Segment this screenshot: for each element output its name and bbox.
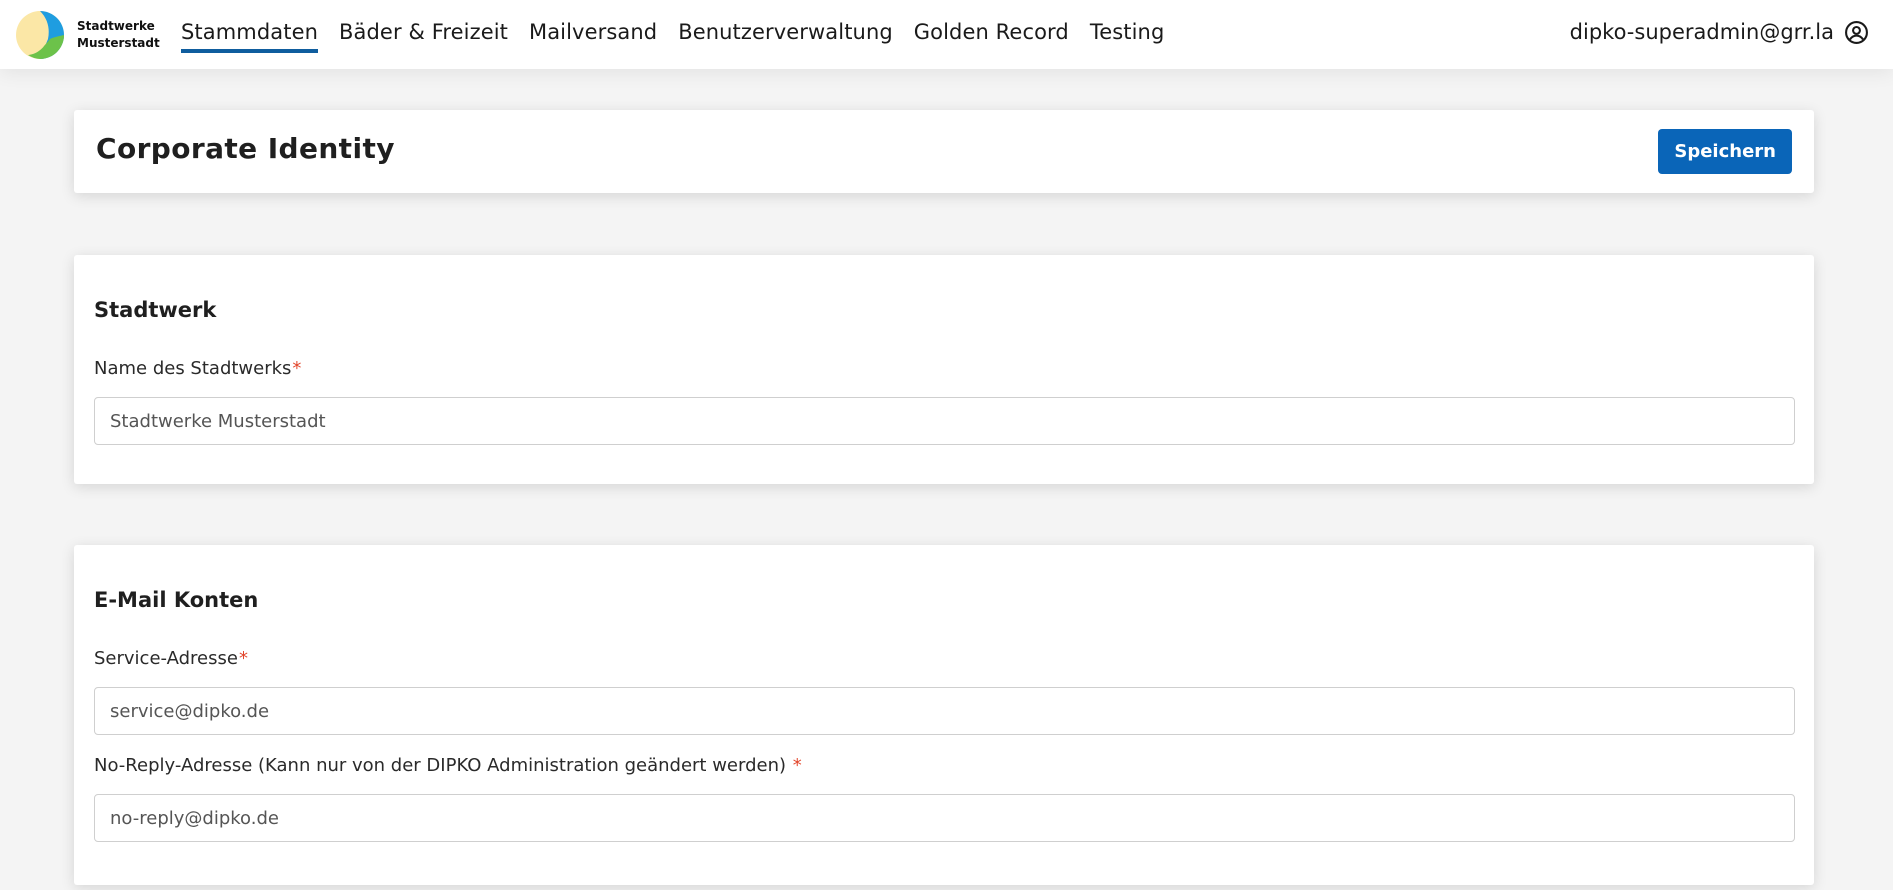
top-navigation-bar: Stadtwerke Musterstadt Stammdaten Bäder … — [0, 0, 1893, 69]
required-marker: * — [238, 648, 248, 669]
stadtwerk-section: Stadtwerk Name des Stadtwerks* — [74, 255, 1814, 484]
noreply-address-label-text: No-Reply-Adresse (Kann nur von der DIPKO… — [94, 755, 792, 776]
service-address-label: Service-Adresse* — [94, 646, 248, 672]
nav-item-baeder-freizeit[interactable]: Bäder & Freizeit — [339, 17, 508, 53]
brand-logo[interactable]: Stadtwerke Musterstadt — [14, 9, 160, 61]
brand-logo-icon — [16, 11, 64, 59]
page-header-card: Corporate Identity Speichern — [74, 110, 1814, 193]
brand-name: Stadtwerke Musterstadt — [77, 18, 160, 52]
brand-name-line2: Musterstadt — [77, 36, 160, 50]
service-address-input[interactable] — [94, 687, 1795, 735]
save-button[interactable]: Speichern — [1658, 129, 1792, 174]
nav-item-benutzerverwaltung[interactable]: Benutzerverwaltung — [678, 17, 893, 53]
section-title-stadtwerk: Stadtwerk — [94, 298, 217, 322]
section-title-email-konten: E-Mail Konten — [94, 588, 259, 612]
noreply-address-label: No-Reply-Adresse (Kann nur von der DIPKO… — [94, 753, 802, 779]
brand-name-line1: Stadtwerke — [77, 19, 155, 33]
stadtwerk-name-label: Name des Stadtwerks* — [94, 356, 301, 382]
nav-item-testing[interactable]: Testing — [1090, 17, 1165, 53]
page-title: Corporate Identity — [96, 132, 395, 165]
nav-item-stammdaten[interactable]: Stammdaten — [181, 17, 319, 53]
required-marker: * — [792, 755, 802, 776]
nav-item-golden-record[interactable]: Golden Record — [914, 17, 1069, 53]
noreply-address-input — [94, 794, 1795, 842]
main-navigation: Stammdaten Bäder & Freizeit Mailversand … — [181, 17, 1185, 53]
user-menu[interactable]: dipko-superadmin@grr.la — [1570, 17, 1869, 47]
service-address-label-text: Service-Adresse — [94, 648, 238, 669]
stadtwerk-name-input[interactable] — [94, 397, 1795, 445]
email-accounts-section: E-Mail Konten Service-Adresse* No-Reply-… — [74, 545, 1814, 885]
required-marker: * — [292, 358, 302, 379]
nav-item-mailversand[interactable]: Mailversand — [529, 17, 657, 53]
account-circle-icon[interactable] — [1844, 20, 1869, 45]
stadtwerk-name-label-text: Name des Stadtwerks — [94, 358, 292, 379]
user-email: dipko-superadmin@grr.la — [1569, 20, 1834, 44]
